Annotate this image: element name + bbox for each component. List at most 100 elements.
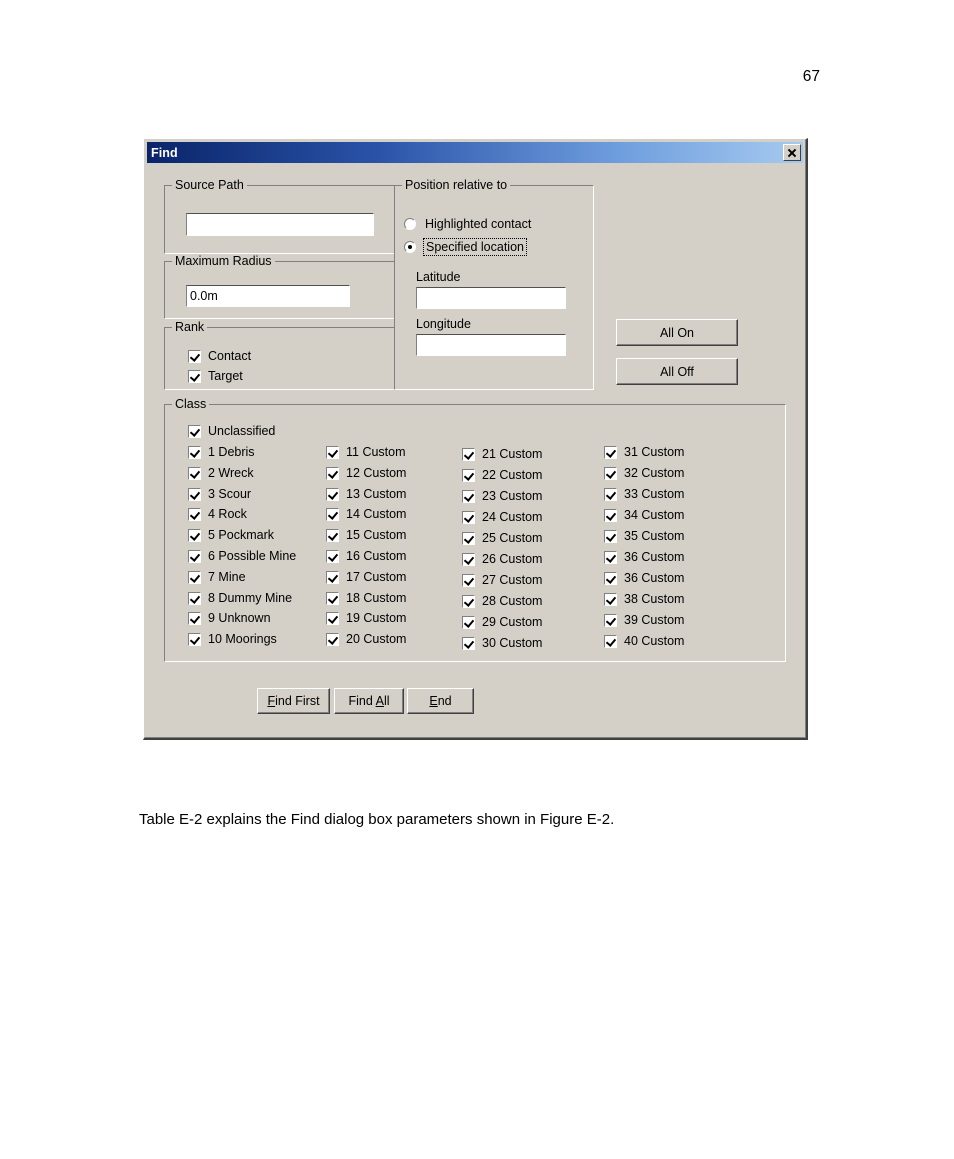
radio-icon[interactable] — [404, 218, 416, 230]
rank-checkbox-contact[interactable]: Contact — [188, 349, 251, 363]
all-off-button[interactable]: All Off — [616, 358, 738, 385]
checkbox-icon[interactable] — [462, 489, 475, 503]
radio-icon[interactable] — [404, 241, 416, 253]
class-checkbox[interactable]: 19 Custom — [326, 611, 406, 625]
class-checkbox[interactable]: 33 Custom — [604, 487, 684, 501]
checkbox-icon[interactable] — [188, 487, 201, 501]
class-checkbox[interactable]: 31 Custom — [604, 445, 684, 459]
longitude-input[interactable] — [416, 334, 566, 356]
checkbox-icon[interactable] — [462, 531, 475, 545]
class-checkbox[interactable]: 24 Custom — [462, 510, 542, 524]
class-checkbox[interactable]: 6 Possible Mine — [188, 549, 296, 563]
checkbox-icon[interactable] — [462, 636, 475, 650]
class-checkbox[interactable]: 14 Custom — [326, 507, 406, 521]
class-checkbox[interactable]: 17 Custom — [326, 570, 406, 584]
checkbox-icon[interactable] — [462, 468, 475, 482]
checkbox-icon[interactable] — [462, 552, 475, 566]
checkbox-icon[interactable] — [462, 573, 475, 587]
source-path-input[interactable] — [186, 213, 374, 236]
checkbox-icon[interactable] — [604, 466, 617, 480]
checkbox-icon[interactable] — [326, 445, 339, 459]
end-button[interactable]: End — [407, 688, 474, 714]
checkbox-icon[interactable] — [188, 591, 201, 605]
rank-checkbox-target[interactable]: Target — [188, 369, 243, 383]
class-checkbox[interactable]: 36 Custom — [604, 571, 684, 585]
checkbox-icon[interactable] — [604, 487, 617, 501]
class-checkbox[interactable]: 38 Custom — [604, 592, 684, 606]
class-checkbox[interactable]: 2 Wreck — [188, 466, 254, 480]
checkbox-icon[interactable] — [604, 592, 617, 606]
class-checkbox[interactable]: 39 Custom — [604, 613, 684, 627]
checkbox-icon[interactable] — [604, 445, 617, 459]
checkbox-icon[interactable] — [462, 510, 475, 524]
class-checkbox[interactable]: 32 Custom — [604, 466, 684, 480]
class-checkbox[interactable]: 25 Custom — [462, 531, 542, 545]
latitude-input[interactable] — [416, 287, 566, 309]
class-checkbox[interactable]: 30 Custom — [462, 636, 542, 650]
checkbox-icon[interactable] — [604, 529, 617, 543]
checkbox-icon[interactable] — [188, 507, 201, 521]
checkbox-icon[interactable] — [326, 466, 339, 480]
radio-specified-location[interactable]: Specified location — [404, 238, 527, 256]
class-checkbox[interactable]: 1 Debris — [188, 445, 255, 459]
checkbox-icon[interactable] — [326, 591, 339, 605]
checkbox-icon[interactable] — [188, 611, 201, 625]
checkbox-icon[interactable] — [604, 571, 617, 585]
checkbox-icon[interactable] — [188, 632, 201, 646]
class-checkbox[interactable]: 16 Custom — [326, 549, 406, 563]
class-checkbox[interactable]: 13 Custom — [326, 487, 406, 501]
checkbox-icon[interactable] — [188, 466, 201, 480]
checkbox-icon[interactable] — [188, 570, 201, 584]
checkbox-icon[interactable] — [188, 369, 201, 383]
radio-highlighted-contact[interactable]: Highlighted contact — [404, 217, 531, 231]
class-checkbox[interactable]: 10 Moorings — [188, 632, 277, 646]
class-checkbox[interactable]: 22 Custom — [462, 468, 542, 482]
checkbox-icon[interactable] — [326, 507, 339, 521]
class-checkbox[interactable]: 23 Custom — [462, 489, 542, 503]
class-checkbox[interactable]: 4 Rock — [188, 507, 247, 521]
checkbox-icon[interactable] — [326, 487, 339, 501]
checkbox-icon[interactable] — [462, 594, 475, 608]
class-checkbox[interactable]: 3 Scour — [188, 487, 251, 501]
find-all-button[interactable]: Find All — [334, 688, 404, 714]
checkbox-icon[interactable] — [188, 424, 201, 438]
checkbox-icon[interactable] — [604, 613, 617, 627]
class-checkbox[interactable]: 7 Mine — [188, 570, 246, 584]
checkbox-icon[interactable] — [604, 634, 617, 648]
class-checkbox[interactable]: 15 Custom — [326, 528, 406, 542]
class-checkbox[interactable]: 18 Custom — [326, 591, 406, 605]
checkbox-icon[interactable] — [462, 447, 475, 461]
class-checkbox[interactable]: 8 Dummy Mine — [188, 591, 292, 605]
class-checkbox[interactable]: 27 Custom — [462, 573, 542, 587]
class-checkbox[interactable]: 34 Custom — [604, 508, 684, 522]
maximum-radius-input[interactable]: 0.0m — [186, 285, 350, 307]
class-checkbox[interactable]: 35 Custom — [604, 529, 684, 543]
checkbox-icon[interactable] — [604, 508, 617, 522]
checkbox-icon[interactable] — [604, 550, 617, 564]
close-icon[interactable] — [783, 144, 801, 161]
class-checkbox[interactable]: 11 Custom — [326, 445, 406, 459]
checkbox-icon[interactable] — [188, 528, 201, 542]
checkbox-icon[interactable] — [462, 615, 475, 629]
class-checkbox[interactable]: 12 Custom — [326, 466, 406, 480]
class-checkbox[interactable]: 5 Pockmark — [188, 528, 274, 542]
all-on-button[interactable]: All On — [616, 319, 738, 346]
checkbox-icon[interactable] — [326, 549, 339, 563]
class-checkbox[interactable]: 28 Custom — [462, 594, 542, 608]
checkbox-icon[interactable] — [188, 349, 201, 363]
find-first-button[interactable]: Find First — [257, 688, 330, 714]
class-checkbox[interactable]: 9 Unknown — [188, 611, 271, 625]
class-checkbox[interactable]: 36 Custom — [604, 550, 684, 564]
checkbox-icon[interactable] — [188, 549, 201, 563]
class-checkbox[interactable]: 20 Custom — [326, 632, 406, 646]
class-checkbox[interactable]: 26 Custom — [462, 552, 542, 566]
checkbox-icon[interactable] — [326, 611, 339, 625]
checkbox-icon[interactable] — [326, 632, 339, 646]
class-checkbox[interactable]: Unclassified — [188, 424, 275, 438]
checkbox-icon[interactable] — [188, 445, 201, 459]
class-checkbox[interactable]: 40 Custom — [604, 634, 684, 648]
class-checkbox[interactable]: 29 Custom — [462, 615, 542, 629]
checkbox-icon[interactable] — [326, 570, 339, 584]
checkbox-icon[interactable] — [326, 528, 339, 542]
class-checkbox[interactable]: 21 Custom — [462, 447, 542, 461]
